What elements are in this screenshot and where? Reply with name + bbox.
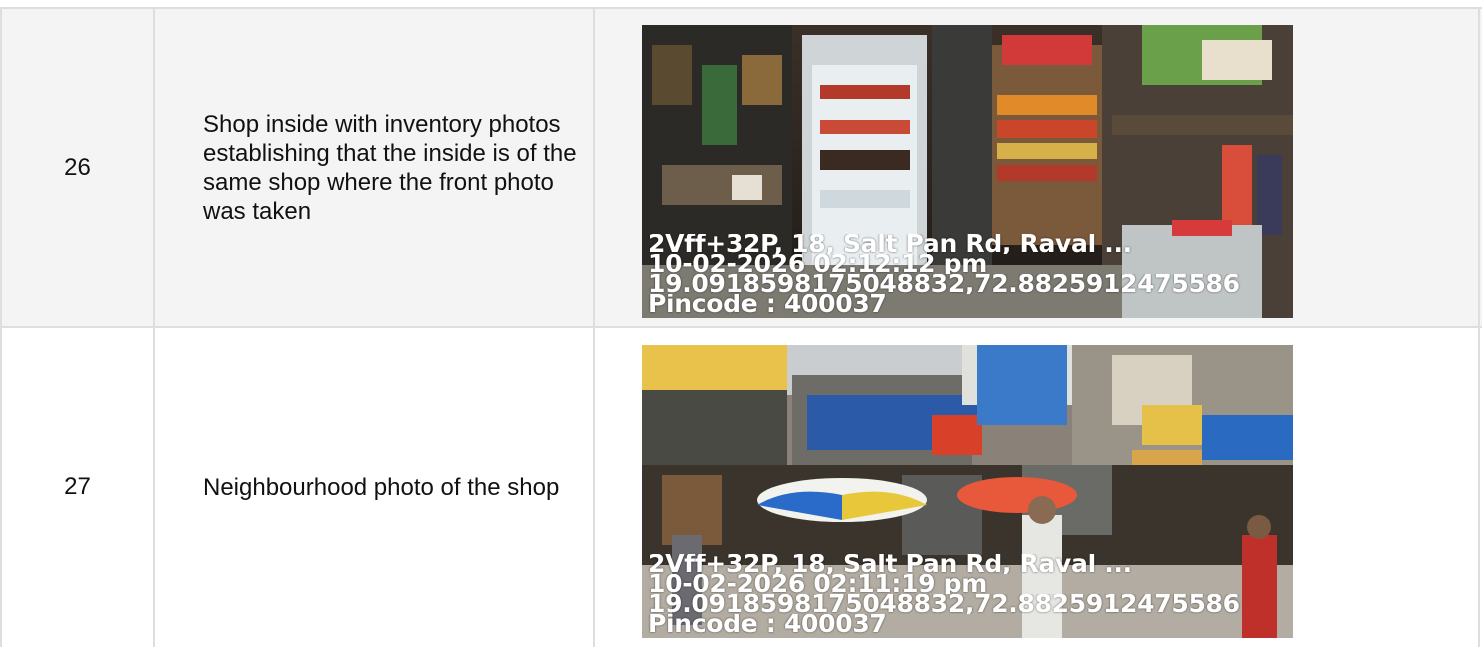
table-row: 27 Neighbourhood photo of the shop 2Vff+… (0, 327, 1482, 647)
geotag-coords: 19.0918598175048832,72.8825912475586 (648, 594, 1240, 614)
row-divider (0, 326, 1482, 328)
table-border-left (0, 8, 2, 647)
geotag-coords: 19.0918598175048832,72.8825912475586 (648, 274, 1240, 294)
geotag-datetime: 10-02-2026 02:12:12 pm (648, 254, 988, 274)
row-number: 26 (64, 153, 91, 181)
row-description-text: Neighbourhood photo of the shop (203, 473, 560, 501)
table-row: 26 Shop inside with inventory photos est… (0, 8, 1482, 327)
geotag-datetime: 10-02-2026 02:11:19 pm (648, 574, 988, 594)
geotag-address: 2Vff+32P, 18, Salt Pan Rd, Raval ... (648, 554, 1132, 574)
column-divider (153, 8, 155, 647)
table-border-right (1478, 8, 1480, 647)
geotag-pincode: Pincode : 400037 (648, 294, 887, 314)
row-description-text: Shop inside with inventory photos establ… (203, 110, 577, 225)
photo-geotag-stamp: 2Vff+32P, 18, Salt Pan Rd, Raval ... 10-… (648, 554, 1287, 634)
table-border-top (0, 7, 1482, 9)
column-divider (593, 8, 595, 647)
shop-inside-photo: 2Vff+32P, 18, Salt Pan Rd, Raval ... 10-… (642, 25, 1293, 318)
row-description: Shop inside with inventory photos establ… (155, 8, 593, 327)
geotag-pincode: Pincode : 400037 (648, 614, 887, 634)
photo-geotag-stamp: 2Vff+32P, 18, Salt Pan Rd, Raval ... 10-… (648, 234, 1287, 314)
neighbourhood-photo: 2Vff+32P, 18, Salt Pan Rd, Raval ... 10-… (642, 345, 1293, 638)
row-number: 27 (64, 473, 91, 500)
evidence-table: 26 Shop inside with inventory photos est… (0, 0, 1482, 647)
row-description: Neighbourhood photo of the shop (155, 327, 593, 647)
geotag-address: 2Vff+32P, 18, Salt Pan Rd, Raval ... (648, 234, 1132, 254)
